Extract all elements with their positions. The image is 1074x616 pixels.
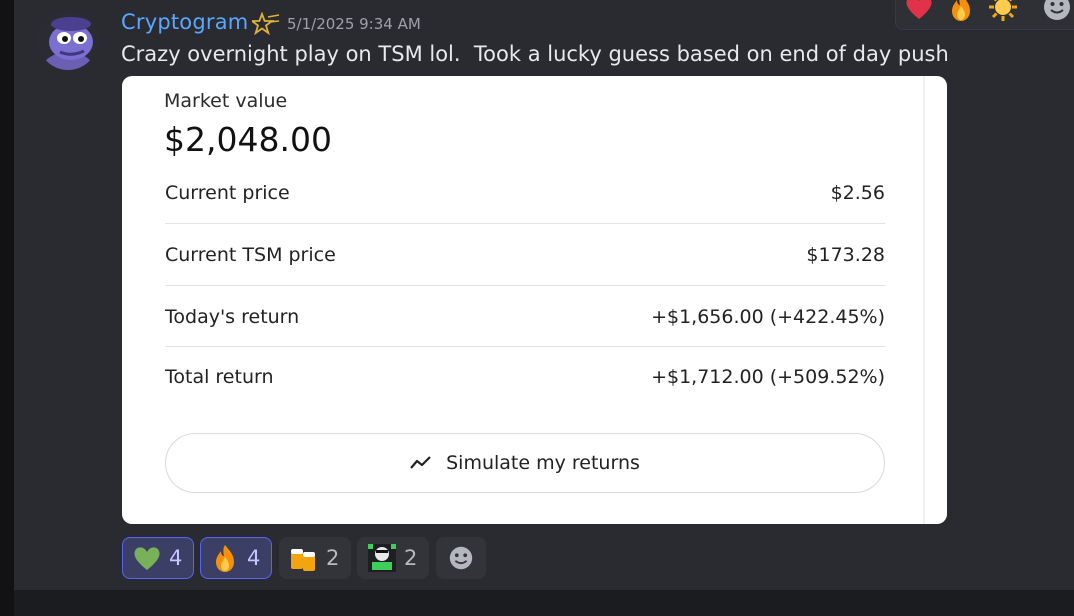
card-edge-line — [923, 76, 925, 524]
row-todays-return: Today's return +$1,656.00 (+422.45%) — [165, 306, 885, 364]
embedded-image-card[interactable]: Market value $2,048.00 Current price $2.… — [122, 76, 947, 524]
row-divider — [165, 223, 885, 224]
trend-line-icon — [410, 456, 431, 469]
add-reaction-icon — [445, 542, 477, 574]
row-total-return: Total return +$1,712.00 (+509.52%) — [165, 366, 885, 424]
row-value: +$1,712.00 (+509.52%) — [651, 366, 885, 388]
heart-icon[interactable] — [902, 0, 936, 21]
reaction-count: 2 — [326, 546, 340, 570]
row-label: Current price — [165, 182, 290, 204]
simulate-returns-label: Simulate my returns — [446, 452, 640, 474]
left-strip — [0, 0, 14, 616]
row-divider — [165, 346, 885, 347]
row-current-price: Current price $2.56 — [165, 182, 885, 240]
row-current-tsm-price: Current TSM price $173.28 — [165, 244, 885, 302]
add-reaction-icon[interactable] — [1040, 0, 1074, 21]
row-value: $2.56 — [830, 182, 885, 204]
reaction-beer-mugs[interactable]: 2 — [279, 537, 351, 579]
add-reaction-button[interactable] — [436, 537, 486, 579]
green-heart-icon — [131, 542, 163, 574]
fire-icon — [209, 542, 241, 574]
message-text: Crazy overnight play on TSM lol. Took a … — [121, 42, 949, 66]
row-value: $173.28 — [806, 244, 885, 266]
hover-reaction-bar — [895, 0, 1074, 30]
row-value: +$1,656.00 (+422.45%) — [651, 306, 885, 328]
beer-mugs-icon — [288, 542, 320, 574]
star-role-icon — [249, 11, 280, 38]
row-divider — [165, 285, 885, 286]
bottom-bar — [14, 590, 1074, 616]
row-label: Today's return — [165, 306, 300, 328]
reaction-count: 4 — [169, 546, 183, 570]
username[interactable]: Cryptogram — [121, 10, 248, 34]
reaction-fire[interactable]: 4 — [200, 537, 272, 579]
fire-icon[interactable] — [944, 0, 978, 21]
market-value-label: Market value — [164, 90, 288, 112]
timestamp: 5/1/2025 9:34 AM — [287, 15, 421, 33]
market-value: $2,048.00 — [164, 120, 332, 159]
reaction-count: 2 — [404, 546, 418, 570]
custom-emote-icon — [366, 542, 398, 574]
sun-icon[interactable] — [986, 0, 1020, 21]
row-label: Total return — [165, 366, 274, 388]
simulate-returns-button[interactable]: Simulate my returns — [165, 433, 885, 493]
pepe-avatar-icon — [38, 10, 98, 70]
avatar[interactable] — [38, 10, 98, 70]
reaction-green-heart[interactable]: 4 — [122, 537, 194, 579]
reaction-custom-emote[interactable]: 2 — [357, 537, 429, 579]
row-label: Current TSM price — [165, 244, 336, 266]
reaction-count: 4 — [247, 546, 261, 570]
